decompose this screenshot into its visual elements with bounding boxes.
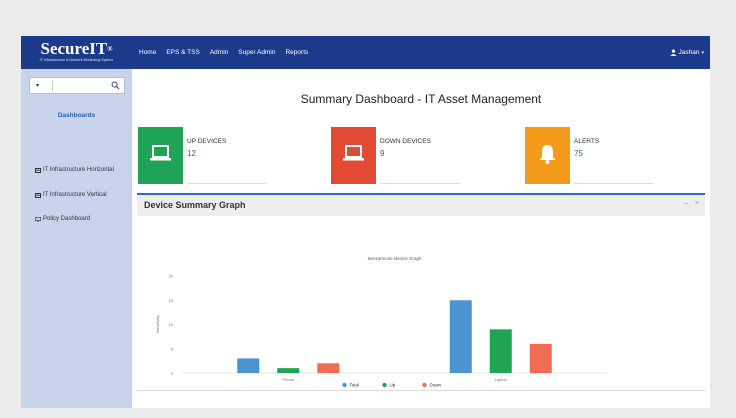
laptop-icon [343,145,364,161]
legend-label-total: Total [350,383,360,388]
sidebar-item-label: IT Infrastructure Vertical [43,192,107,198]
panel-header: Device Summary Graph – × [137,193,705,216]
y-tick-label: 5 [171,346,174,351]
device-summary-chart: Sensorscore Device Graph Sensitivity 0 5 10 1… [137,216,705,388]
tile-up-devices[interactable]: UP DEVICES 12 [138,127,278,184]
sidebar-item-it-infrastructure-vertical[interactable]: IT Infrastructure Vertical [35,190,107,200]
user-name: Jashan [678,49,700,56]
app-window: SecureIT® IT Infrastructure & Network Mo… [21,36,710,408]
tile-down-devices[interactable]: DOWN DEVICES 9 [331,127,471,184]
brand-tagline: IT Infrastructure & Network Monitoring S… [39,58,114,62]
x-tick-label: Laptop [495,377,508,382]
brand-name: SecureIT® [40,39,113,58]
sidebar-item-label: IT Infrastructure Horizontal [43,167,114,173]
tile-label: DOWN DEVICES [380,138,431,145]
close-icon[interactable]: × [695,200,699,207]
search-icon[interactable] [111,81,120,90]
bell-icon [539,145,556,164]
tile-value: 9 [380,149,385,158]
tile-alerts[interactable]: ALERTS 75 [525,127,665,184]
monitor-icon [35,216,41,222]
legend-swatch-down [422,382,427,388]
tile-value: 12 [187,149,196,158]
top-navbar: SecureIT® IT Infrastructure & Network Mo… [21,36,710,69]
y-axis-label: Sensitivity [155,315,160,333]
sidebar-item-label: Policy Dashboard [43,216,91,222]
dashboard-icon [35,192,41,198]
x-tick-label: Phone [282,377,294,382]
bar-total-laptop [449,300,472,373]
tile-icon-box [138,127,183,184]
tile-icon-box [525,127,570,184]
nav-item-super-admin[interactable]: Super Admin [238,49,275,56]
bar-down-phone [317,363,340,373]
divider [380,183,460,184]
nav-item-reports[interactable]: Reports [285,49,308,56]
nav-item-eps-tss[interactable]: EPS & TSS [166,49,199,56]
tile-icon-box [331,127,376,184]
search-dropdown-caret[interactable]: ▾ [36,82,39,89]
legend-label-down: Down [430,383,442,388]
sidebar-item-it-infrastructure-horizontal[interactable]: IT Infrastructure Horizontal [35,165,114,175]
chart-title: Sensorscore Device Graph [367,256,422,261]
user-icon [669,49,677,56]
bar-down-laptop [529,343,552,373]
minimize-icon[interactable]: – [684,200,688,207]
sidebar: ▾ Dashboards IT Infrastructure Horizonta… [21,69,132,408]
bar-up-laptop [489,329,512,373]
y-tick-label: 10 [169,322,174,327]
divider [574,183,654,184]
legend-swatch-total [342,382,347,388]
tile-label: ALERTS [574,138,600,145]
brand-logo[interactable]: SecureIT® IT Infrastructure & Network Mo… [21,36,132,69]
nav-item-home[interactable]: Home [139,49,156,56]
dashboard-icon [35,167,41,173]
chevron-down-icon: ▾ [701,49,704,56]
sidebar-search: ▾ [29,77,125,94]
legend-swatch-up [382,382,387,388]
search-input[interactable] [54,80,104,91]
laptop-icon [150,145,171,161]
panel-footer-line [137,390,705,391]
y-tick-label: 0 [171,371,174,376]
main-nav: Home EPS & TSS Admin Super Admin Reports [139,36,318,69]
sidebar-heading: Dashboards [57,112,96,119]
bar-total-phone [237,358,260,373]
device-summary-panel: Device Summary Graph – × Sensorscore Dev… [137,193,705,393]
y-tick-label: 20 [169,274,174,279]
tile-value: 75 [574,149,583,158]
nav-item-admin[interactable]: Admin [210,49,228,56]
search-divider [52,80,53,91]
sidebar-item-policy-dashboard[interactable]: Policy Dashboard [35,214,90,224]
bar-up-phone [277,368,300,373]
legend-label-up: Up [390,383,396,388]
page-title: Summary Dashboard - IT Asset Management [300,92,542,106]
bar-chart: Sensorscore Device Graph Sensitivity 0 5 10 1… [155,256,607,388]
panel-title: Device Summary Graph [144,200,246,210]
user-menu[interactable]: Jashan ▾ [669,36,704,69]
y-tick-label: 15 [169,298,174,303]
divider [187,183,267,184]
tile-label: UP DEVICES [187,138,227,145]
